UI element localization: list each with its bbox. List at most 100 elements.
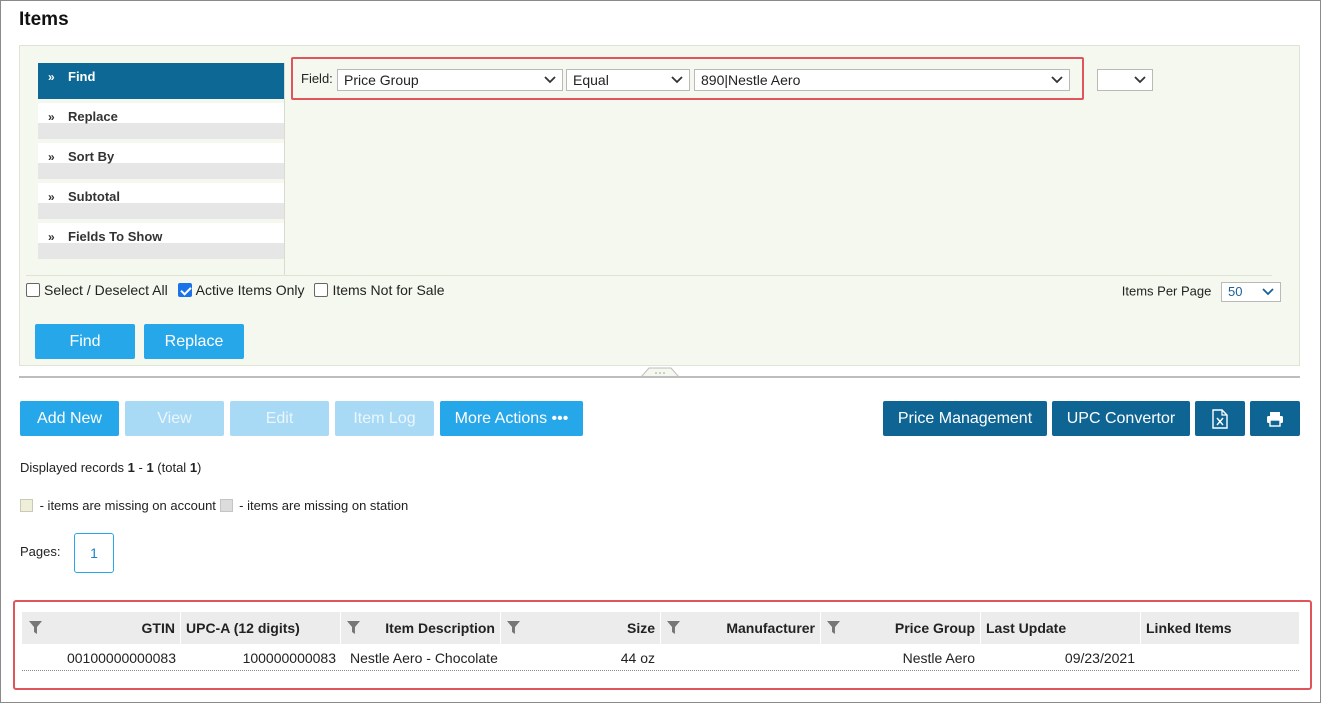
column-separator	[180, 612, 181, 644]
checkbox-label: Items Not for Sale	[332, 282, 445, 298]
cell-upc-a: 100000000083	[242, 650, 336, 666]
items-per-page-value: 50	[1228, 284, 1243, 299]
side-menu-label: Fields To Show	[68, 229, 163, 244]
cell-last-update: 09/23/2021	[1064, 650, 1135, 666]
side-menu-replace[interactable]: » Replace	[38, 103, 284, 139]
cell-price-group: Nestle Aero	[902, 650, 975, 666]
active-items-only-checkbox[interactable]: Active Items Only	[177, 282, 305, 298]
side-menu-label: Find	[68, 69, 96, 84]
legend-station-text: - items are missing on station	[235, 498, 409, 513]
menu-divider	[284, 63, 285, 275]
column-separator	[500, 612, 501, 644]
column-header-upc-a[interactable]: UPC-A (12 digits)	[186, 612, 336, 644]
pages-label: Pages:	[20, 544, 61, 559]
chevron-down-icon	[1134, 76, 1146, 84]
view-button[interactable]: View	[125, 401, 224, 436]
items-per-page: Items Per Page 50	[1122, 282, 1281, 302]
side-menu-subtotal[interactable]: » Subtotal	[38, 183, 284, 219]
side-menu-label: Subtotal	[68, 189, 120, 204]
filter-funnel-icon[interactable]	[827, 621, 840, 634]
checkbox-label: Select / Deselect All	[44, 282, 168, 298]
chevron-down-icon	[1262, 288, 1274, 296]
chevron-down-icon	[544, 76, 556, 84]
value-select[interactable]: 890|Nestle Aero	[694, 69, 1070, 91]
double-chevron-icon: »	[48, 150, 55, 164]
double-chevron-icon: »	[48, 230, 55, 244]
records-prefix: Displayed records	[20, 460, 128, 475]
cell-item-description: Nestle Aero - Chocolate	[350, 650, 498, 666]
column-header-linked-items[interactable]: Linked Items	[1146, 612, 1296, 644]
checkbox[interactable]	[314, 283, 329, 297]
filter-funnel-icon[interactable]	[667, 621, 680, 634]
missing-on-station-swatch	[219, 499, 233, 512]
side-menu: » Find » Replace » Sort By » Subtotal » Field…	[38, 63, 284, 263]
item-log-button[interactable]: Item Log	[335, 401, 434, 436]
operator-select[interactable]: Equal	[566, 69, 690, 91]
missing-on-account-swatch	[20, 499, 33, 512]
checkbox-row: Select / Deselect All Active Items Only …	[26, 282, 450, 298]
replace-button[interactable]: Replace	[144, 324, 244, 359]
records-total: 1	[189, 460, 198, 475]
column-header-item-description[interactable]: Item Description	[367, 612, 495, 644]
filter-funnel-icon[interactable]	[347, 621, 360, 634]
price-management-button[interactable]: Price Management	[883, 401, 1047, 436]
side-menu-sort-by[interactable]: » Sort By	[38, 143, 284, 179]
field-label: Field:	[301, 71, 333, 86]
column-header-last-update[interactable]: Last Update	[986, 612, 1136, 644]
legend-account-text: - items are missing on account	[36, 498, 216, 513]
edit-button[interactable]: Edit	[230, 401, 329, 436]
side-menu-label: Replace	[68, 109, 118, 124]
records-suffix: )	[197, 460, 202, 475]
items-per-page-label: Items Per Page	[1121, 283, 1212, 299]
printer-icon	[1267, 412, 1283, 427]
divider	[26, 275, 1272, 276]
cell-size: 44 oz	[620, 650, 655, 666]
double-chevron-icon: »	[48, 110, 55, 124]
column-separator	[660, 612, 661, 644]
filter-funnel-icon[interactable]	[29, 621, 42, 634]
page-title: Items	[19, 9, 69, 30]
checkbox-label: Active Items Only	[195, 282, 305, 298]
value-select-value: 890|Nestle Aero	[701, 72, 801, 88]
column-header-manufacturer[interactable]: Manufacturer	[687, 612, 815, 644]
field-select-value: Price Group	[344, 72, 419, 88]
section-divider	[19, 376, 1300, 378]
field-select[interactable]: Price Group	[337, 69, 563, 91]
cell-gtin: 00100000000083	[66, 650, 176, 666]
column-header-price-group[interactable]: Price Group	[847, 612, 975, 644]
select-deselect-all-checkbox[interactable]: Select / Deselect All	[26, 282, 168, 298]
column-separator	[820, 612, 821, 644]
export-excel-button[interactable]	[1195, 401, 1245, 436]
side-menu-fields-to-show[interactable]: » Fields To Show	[38, 223, 284, 259]
checkbox[interactable]	[26, 283, 40, 297]
side-menu-label: Sort By	[68, 149, 115, 164]
find-button[interactable]: Find	[35, 324, 135, 359]
double-chevron-icon: »	[48, 70, 55, 84]
page-1-button[interactable]: 1	[74, 533, 114, 573]
more-actions-button[interactable]: More Actions •••	[440, 401, 583, 436]
upc-convertor-button[interactable]: UPC Convertor	[1052, 401, 1190, 436]
chevron-down-icon	[671, 76, 683, 84]
add-new-button[interactable]: Add New	[20, 401, 119, 436]
column-separator	[980, 612, 981, 644]
excel-file-icon	[1212, 409, 1228, 429]
print-button[interactable]	[1250, 401, 1300, 436]
column-header-size[interactable]: Size	[527, 612, 655, 644]
double-chevron-icon: »	[48, 190, 55, 204]
filter-panel: » Find » Replace » Sort By » Subtotal » Field…	[19, 45, 1300, 377]
column-separator	[340, 612, 341, 644]
items-per-page-select[interactable]: 50	[1221, 282, 1281, 302]
extra-select[interactable]	[1097, 69, 1153, 91]
table-header: GTIN UPC-A (12 digits) Item Description …	[22, 612, 1299, 644]
checkbox[interactable]	[177, 283, 192, 297]
items-not-for-sale-checkbox[interactable]: Items Not for Sale	[314, 282, 444, 298]
chevron-down-icon	[1051, 76, 1063, 84]
side-menu-find[interactable]: » Find	[38, 63, 284, 99]
records-dash: -	[134, 460, 147, 475]
legend: - items are missing on account - items a…	[20, 498, 408, 513]
column-header-gtin[interactable]: GTIN	[52, 612, 175, 644]
operator-select-value: Equal	[573, 72, 609, 88]
filter-funnel-icon[interactable]	[507, 621, 520, 634]
row-divider	[22, 670, 1299, 671]
displayed-records: Displayed records 1 - 1 (total 1)	[20, 460, 201, 475]
